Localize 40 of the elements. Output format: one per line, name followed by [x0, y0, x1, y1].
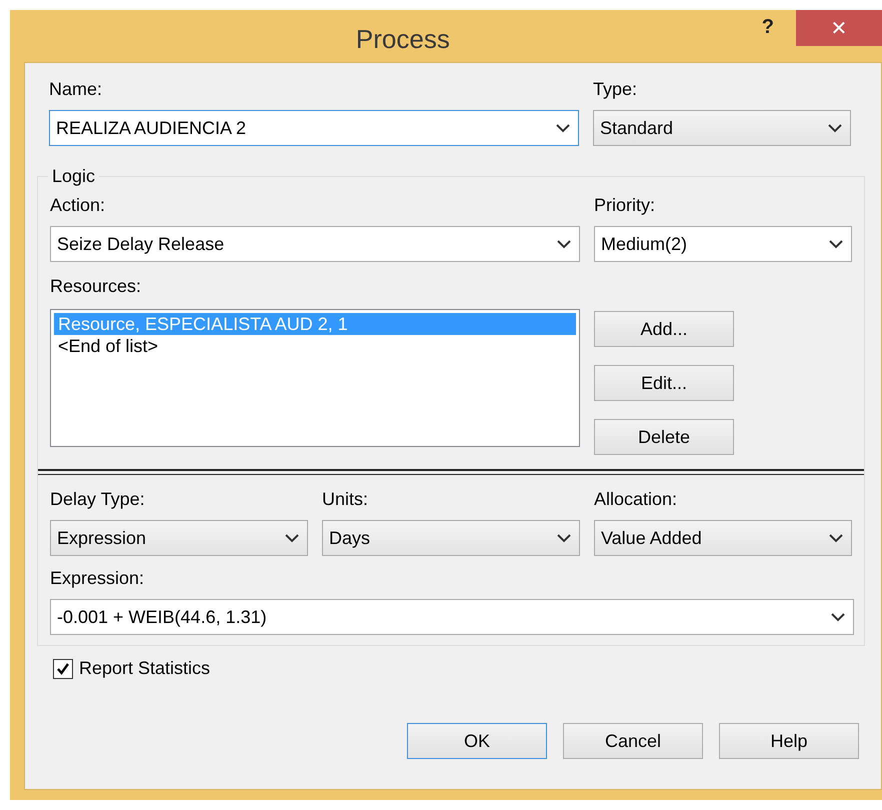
priority-combobox[interactable]: Medium(2): [594, 226, 852, 262]
field-label: Priority:: [594, 195, 656, 216]
check-icon: [56, 662, 70, 676]
allocation-dropdown[interactable]: Value Added: [594, 520, 852, 556]
field-label: Action:: [50, 195, 106, 216]
list-action-button[interactable]: Add...: [594, 311, 734, 347]
resources-list[interactable]: Resource, ESPECIALISTA AUD 2, 1 <End of list>: [50, 309, 580, 447]
field-label: Expression:: [50, 568, 144, 589]
field-label: Resources:: [50, 276, 142, 297]
field-label: Units:: [322, 489, 368, 510]
action-combobox[interactable]: Seize Delay Release: [50, 226, 580, 262]
units-dropdown[interactable]: Days: [322, 520, 580, 556]
close-button[interactable]: ✕: [796, 10, 882, 46]
help-glyph[interactable]: ?: [762, 16, 774, 39]
caret-icon: [285, 533, 299, 543]
caret-icon: [556, 123, 570, 133]
dialog-button[interactable]: Help: [719, 723, 859, 759]
caret-icon: [829, 239, 843, 249]
delay-type-dropdown[interactable]: Expression: [50, 520, 308, 556]
field-label: Delay Type:: [50, 489, 145, 510]
caret-icon: [557, 239, 571, 249]
list-action-button[interactable]: Edit...: [594, 365, 734, 401]
caret-icon: [557, 533, 571, 543]
field-label: Type:: [593, 79, 638, 100]
list-action-button[interactable]: Delete: [594, 419, 734, 455]
list-item[interactable]: <End of list>: [54, 335, 576, 357]
caret-icon: [831, 612, 845, 622]
group-title: Logic: [51, 166, 96, 187]
type-dropdown[interactable]: Standard: [593, 110, 851, 146]
caret-icon: [828, 123, 842, 133]
checkbox[interactable]: [53, 658, 73, 678]
caret-icon: [829, 533, 843, 543]
dialog-button[interactable]: OK: [407, 723, 547, 759]
field-label: Allocation:: [594, 489, 678, 510]
dialog-button[interactable]: Cancel: [563, 723, 703, 759]
checkbox-label: Report Statistics: [79, 658, 210, 679]
name-combobox[interactable]: REALIZA AUDIENCIA 2: [49, 110, 579, 146]
window-title: Process: [354, 23, 451, 55]
field-label: Name:: [49, 79, 102, 100]
expression-combobox[interactable]: -0.001 + WEIB(44.6, 1.31): [50, 599, 854, 635]
